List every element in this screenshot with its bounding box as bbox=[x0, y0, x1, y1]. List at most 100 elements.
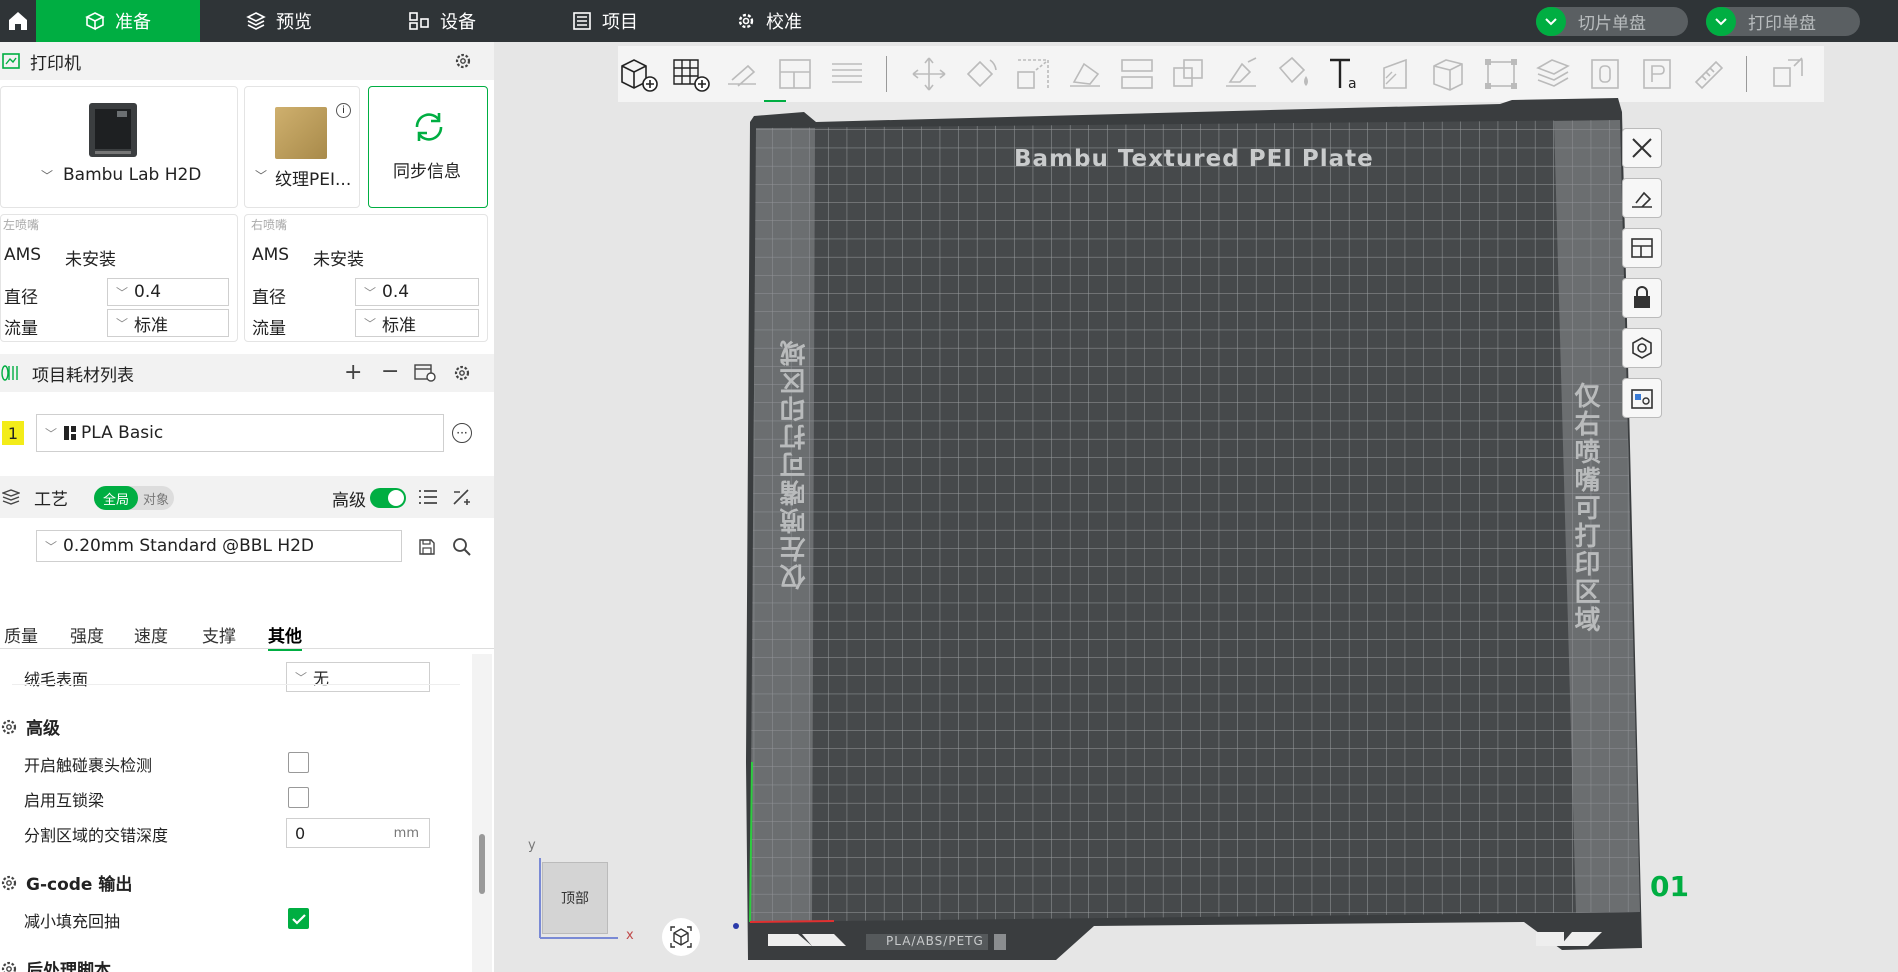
process-section-header: 工艺 全局 对象 高级 bbox=[0, 476, 494, 518]
interlock-beam-checkbox[interactable] bbox=[288, 787, 309, 808]
top-bar: 准备 预览 设备 项目 校准 切片单盘 打印单盘 bbox=[0, 0, 1898, 42]
interlock-beam-label: 启用互锁梁 bbox=[24, 791, 105, 810]
home-icon bbox=[9, 12, 27, 30]
right-nozzle-zone-label: 仅右喷嘴可打印区域 bbox=[1570, 382, 1600, 634]
print-plate-button[interactable]: 打印单盘 bbox=[1706, 7, 1860, 36]
list-view-icon[interactable] bbox=[418, 488, 438, 506]
process-preset-select[interactable]: ﹀ 0.20mm Standard @BBL H2D bbox=[36, 530, 402, 562]
search-icon[interactable] bbox=[452, 537, 472, 557]
toggle-global[interactable]: 全局 bbox=[94, 486, 138, 510]
fuzzy-skin-label: 绒毛表面 bbox=[24, 670, 89, 689]
section-divider bbox=[12, 684, 460, 685]
sync-info-button[interactable]: 同步信息 bbox=[368, 86, 488, 208]
plate-dropdown-chevron-icon[interactable]: ﹀ bbox=[255, 167, 267, 184]
plate-number: 01 bbox=[1650, 870, 1689, 903]
plate-orient-button[interactable] bbox=[1622, 178, 1662, 218]
layers-icon bbox=[246, 12, 266, 30]
post-gear-icon bbox=[1, 961, 17, 972]
print-dropdown-chevron-icon[interactable] bbox=[1706, 7, 1736, 36]
view-cube[interactable]: y 顶部 x bbox=[528, 838, 634, 943]
filament-select[interactable]: ﹀ PLA Basic bbox=[36, 414, 444, 452]
right-diameter-select[interactable]: ﹀ 0.4 bbox=[355, 278, 479, 306]
left-flow-select[interactable]: ﹀ 标准 bbox=[107, 309, 229, 337]
tab-project[interactable]: 项目 bbox=[572, 0, 638, 42]
printer-section-title: 打印机 bbox=[30, 53, 81, 74]
printer-section-header: 打印机 bbox=[0, 42, 494, 80]
plate-filament-map-button[interactable] bbox=[1622, 378, 1662, 418]
right-ams-label: AMS bbox=[252, 245, 290, 265]
sync-icon bbox=[415, 113, 443, 141]
filament-section-title: 项目耗材列表 bbox=[32, 365, 134, 386]
tab-preview[interactable]: 预览 bbox=[246, 0, 312, 42]
plate-arrange-button[interactable] bbox=[1622, 228, 1662, 268]
filament-settings-gear-icon[interactable] bbox=[453, 364, 471, 382]
toggle-object[interactable]: 对象 bbox=[138, 486, 174, 510]
slice-plate-label: 切片单盘 bbox=[1578, 14, 1646, 34]
subtab-quality[interactable]: 质量 bbox=[4, 622, 38, 647]
right-flow-select[interactable]: ﹀ 标准 bbox=[355, 309, 479, 337]
right-flow-value: 标准 bbox=[382, 315, 417, 336]
reduce-retract-checkbox[interactable] bbox=[288, 908, 309, 929]
subtab-support[interactable]: 支撑 bbox=[202, 622, 236, 647]
subtab-others[interactable]: 其他 bbox=[268, 622, 302, 651]
printer-settings-gear-icon[interactable] bbox=[454, 52, 472, 70]
left-flow-label: 流量 bbox=[4, 319, 38, 339]
left-nozzle-zone-label: 仅左喷嘴可打印区域 bbox=[780, 338, 810, 590]
plate-lock-button[interactable] bbox=[1622, 278, 1662, 318]
save-icon[interactable] bbox=[418, 538, 436, 556]
filament-row[interactable]: 1 ﹀ PLA Basic ··· bbox=[0, 414, 494, 454]
tab-calibration[interactable]: 校准 bbox=[736, 0, 802, 42]
chevron-down-icon: ﹀ bbox=[364, 316, 377, 331]
view-axes bbox=[539, 858, 618, 939]
filament-map-icon bbox=[1631, 389, 1653, 409]
plate-card[interactable]: i ﹀ 纹理PEI... bbox=[244, 86, 360, 208]
build-plate[interactable] bbox=[494, 42, 1898, 972]
reset-view-button[interactable] bbox=[662, 918, 700, 956]
filament-sync-icon[interactable] bbox=[414, 364, 436, 382]
view-fit-icon bbox=[670, 926, 692, 948]
remove-icon[interactable]: − bbox=[381, 359, 399, 384]
interlock-depth-unit: mm bbox=[393, 826, 419, 841]
fuzzy-skin-value: 无 bbox=[313, 669, 330, 688]
home-button[interactable] bbox=[0, 0, 36, 42]
post-processing-label: 后处理脚本 bbox=[26, 961, 111, 972]
checkmark-icon bbox=[291, 913, 306, 925]
fuzzy-skin-select[interactable]: ﹀ 无 bbox=[286, 662, 430, 692]
settings-scrollbar[interactable] bbox=[472, 654, 492, 972]
filament-name: PLA Basic bbox=[81, 423, 164, 443]
hexagon-settings-icon bbox=[1632, 337, 1652, 359]
right-nozzle-title: 右喷嘴 bbox=[251, 218, 288, 232]
printer-card[interactable]: ﹀ Bambu Lab H2D bbox=[0, 86, 238, 208]
3d-viewport[interactable]: a Bambu Textured PEI Plate 仅左喷嘴可打印区域 仅右喷… bbox=[494, 42, 1898, 972]
advanced-switch[interactable] bbox=[370, 488, 406, 508]
tab-prepare-label: 准备 bbox=[115, 12, 151, 33]
slice-dropdown-chevron-icon[interactable] bbox=[1536, 7, 1566, 36]
print-plate-label: 打印单盘 bbox=[1748, 14, 1816, 34]
add-icon[interactable]: + bbox=[344, 360, 362, 385]
slice-plate-button[interactable]: 切片单盘 bbox=[1536, 7, 1688, 36]
tab-prepare[interactable]: 准备 bbox=[36, 0, 200, 42]
axis-y-label: y bbox=[528, 838, 536, 853]
plate-settings-button[interactable] bbox=[1622, 328, 1662, 368]
compare-icon[interactable] bbox=[452, 488, 472, 506]
printer-icon bbox=[2, 53, 20, 69]
tab-device[interactable]: 设备 bbox=[408, 0, 476, 42]
global-object-toggle[interactable]: 全局 对象 bbox=[94, 486, 174, 510]
close-plate-button[interactable] bbox=[1622, 128, 1662, 168]
interlock-depth-input[interactable]: 0 mm bbox=[286, 818, 430, 848]
chevron-down-icon: ﹀ bbox=[45, 539, 58, 554]
plate-image bbox=[275, 107, 327, 159]
printer-dropdown-chevron-icon[interactable]: ﹀ bbox=[41, 167, 53, 184]
left-nozzle-title: 左喷嘴 bbox=[3, 218, 40, 232]
plate-name: 纹理PEI... bbox=[275, 170, 352, 190]
advanced-gear-icon bbox=[1, 719, 17, 734]
left-diameter-select[interactable]: ﹀ 0.4 bbox=[107, 278, 229, 306]
collision-detection-checkbox[interactable] bbox=[288, 752, 309, 773]
info-icon[interactable]: i bbox=[336, 103, 351, 118]
more-options-icon[interactable]: ··· bbox=[452, 423, 472, 443]
subtab-strength[interactable]: 强度 bbox=[70, 622, 104, 647]
right-diameter-label: 直径 bbox=[252, 288, 286, 308]
subtab-speed[interactable]: 速度 bbox=[134, 622, 168, 647]
filament-spool-icon bbox=[1, 365, 18, 381]
tab-preview-label: 预览 bbox=[276, 12, 312, 33]
